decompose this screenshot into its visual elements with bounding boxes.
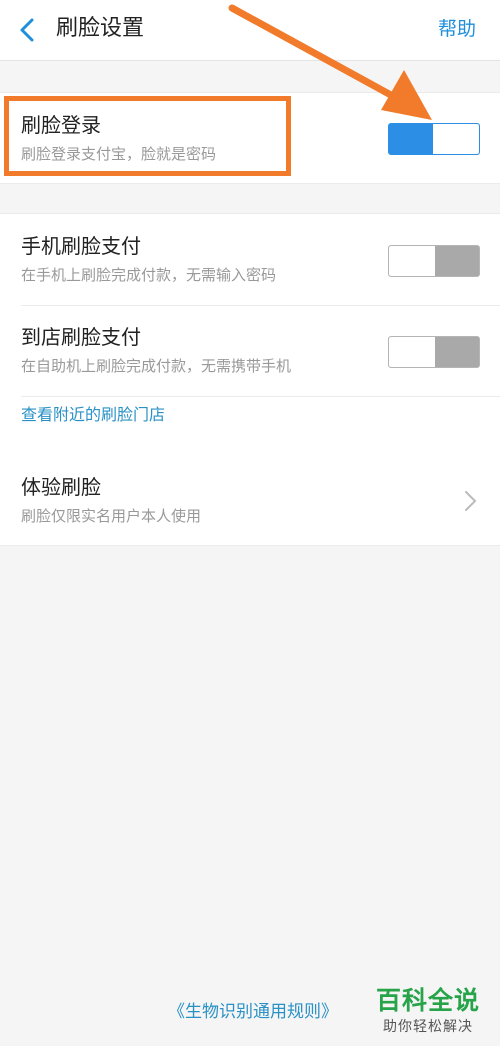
row-divider [21, 305, 500, 306]
biometric-rules-link[interactable]: 《生物识别通用规则》 [168, 1000, 338, 1024]
chevron-right-icon [460, 488, 480, 514]
face-login-toggle[interactable] [388, 123, 480, 155]
nearby-stores-link[interactable]: 查看附近的刷脸门店 [21, 403, 165, 427]
phone-pay-title: 手机刷脸支付 [21, 234, 141, 258]
face-login-title: 刷脸登录 [21, 113, 101, 137]
experience-subtitle: 刷脸仅限实名用户本人使用 [21, 507, 202, 525]
store-pay-subtitle: 在自助机上刷脸完成付款，无需携带手机 [21, 357, 292, 375]
chevron-left-icon [20, 18, 34, 42]
watermark-logo: 百科全说 助你轻松解决 [372, 985, 484, 1037]
face-login-row: 刷脸登录 刷脸登录支付宝，脸就是密码 [0, 92, 500, 184]
page-title: 刷脸设置 [56, 16, 145, 41]
top-nav-bar: 刷脸设置 帮助 [0, 0, 500, 61]
experience-title: 体验刷脸 [21, 475, 101, 499]
store-pay-title: 到店刷脸支付 [21, 325, 141, 349]
row-divider [21, 396, 500, 397]
back-button[interactable] [12, 13, 46, 47]
phone-pay-subtitle: 在手机上刷脸完成付款，无需输入密码 [21, 266, 277, 284]
toggle-knob [433, 124, 479, 154]
experience-face-row[interactable]: 体验刷脸 刷脸仅限实名用户本人使用 [0, 455, 500, 546]
watermark-subtitle: 助你轻松解决 [383, 1019, 473, 1035]
face-login-subtitle: 刷脸登录支付宝，脸就是密码 [21, 145, 217, 163]
toggle-knob [389, 246, 435, 276]
toggle-knob [389, 337, 435, 367]
payment-group: 手机刷脸支付 在手机上刷脸完成付款，无需输入密码 到店刷脸支付 在自助机上刷脸完… [0, 213, 500, 457]
watermark-title: 百科全说 [375, 986, 480, 1015]
store-pay-toggle[interactable] [388, 336, 480, 368]
phone-pay-toggle[interactable] [388, 245, 480, 277]
help-link[interactable]: 帮助 [438, 14, 476, 44]
